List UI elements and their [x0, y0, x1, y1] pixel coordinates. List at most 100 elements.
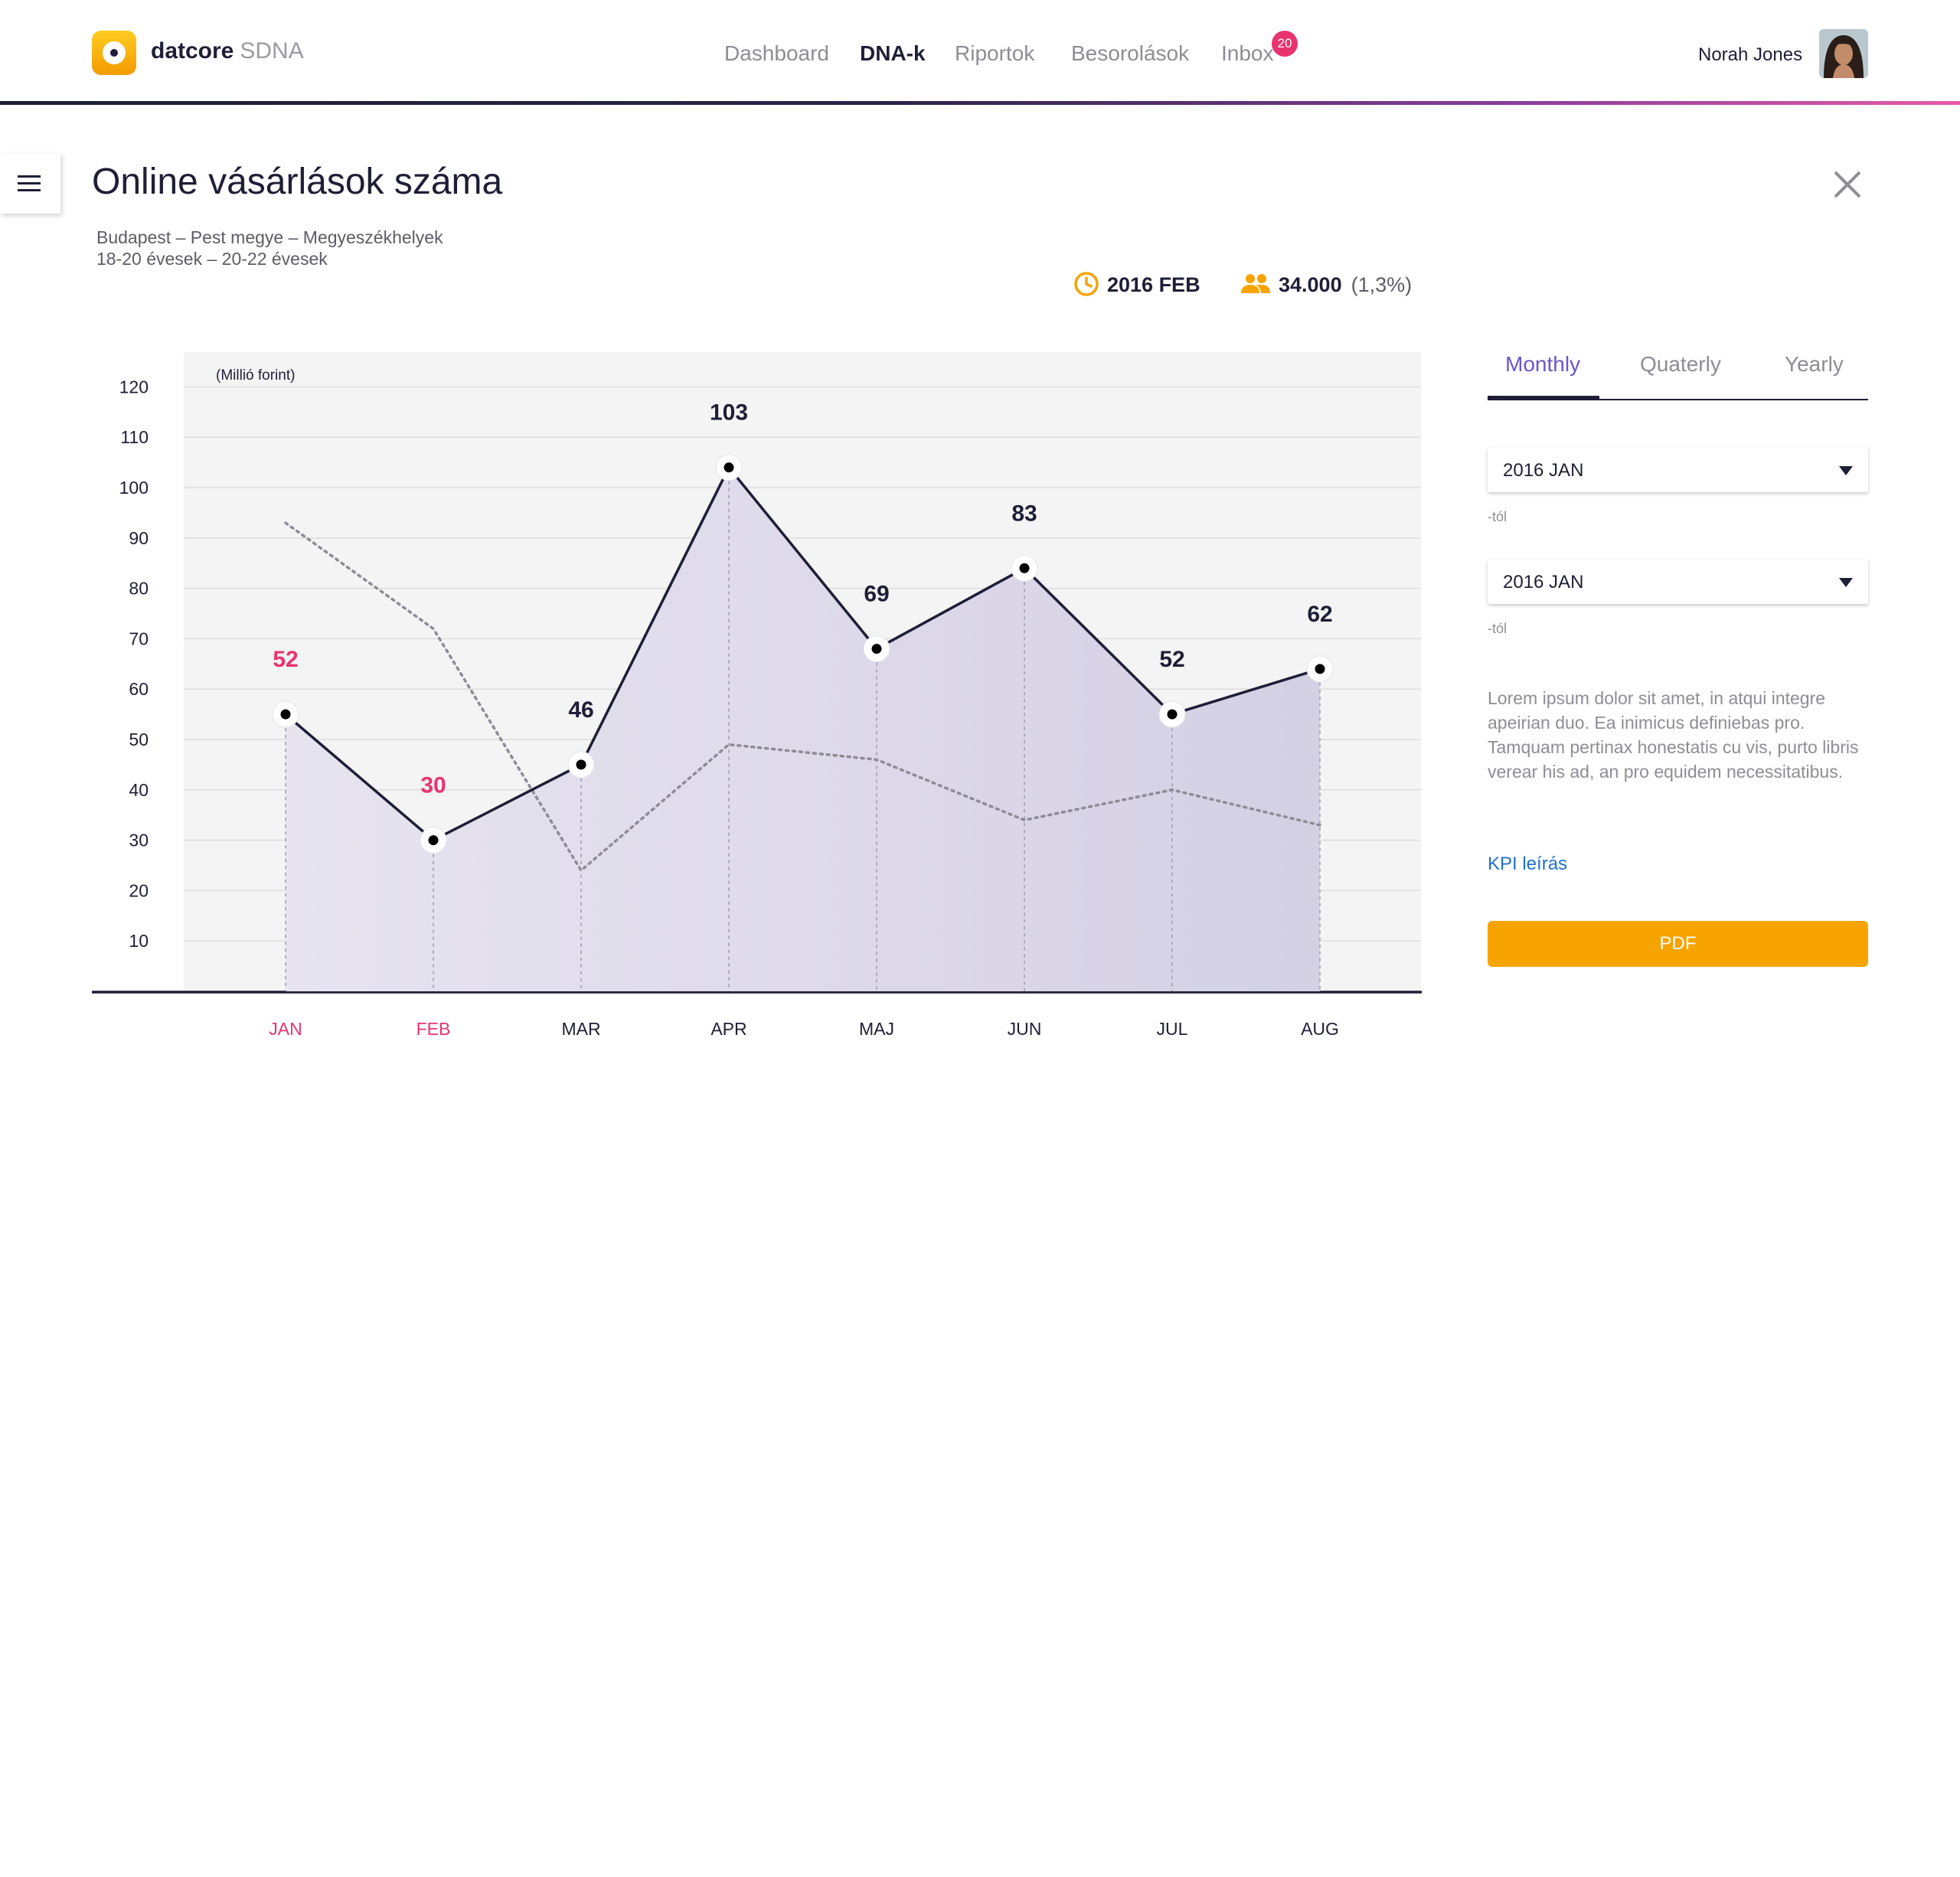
- data-point[interactable]: [715, 454, 743, 481]
- data-point-halo: [272, 700, 299, 728]
- brand-product: SDNA: [240, 38, 304, 64]
- close-icon: [1834, 171, 1861, 198]
- to-date-value: 2016 JAN: [1503, 572, 1584, 592]
- data-point-marker: [576, 759, 586, 770]
- y-tick-label: 70: [129, 628, 149, 648]
- y-tick-label: 120: [119, 377, 149, 397]
- clock-icon: [1074, 272, 1099, 296]
- data-value-label: 46: [568, 697, 593, 723]
- data-point-halo: [715, 454, 743, 481]
- nav-riportok[interactable]: Riportok: [955, 40, 1034, 67]
- x-tick-label[interactable]: MAR: [561, 1019, 600, 1039]
- filter-region: Budapest – Pest megye – Megyeszékhelyek: [96, 227, 443, 247]
- x-tick-label[interactable]: MAJ: [859, 1019, 894, 1039]
- x-tick-label[interactable]: JUN: [1008, 1019, 1042, 1039]
- nav-dashboard[interactable]: Dashboard: [724, 40, 829, 67]
- data-point-marker: [1167, 709, 1178, 720]
- nav-inbox[interactable]: Inbox: [1221, 40, 1274, 67]
- data-point-marker: [871, 644, 882, 655]
- data-point[interactable]: [863, 635, 890, 663]
- y-tick-label: 10: [129, 931, 149, 951]
- users-indicator: 34.000 (1,3%): [1240, 269, 1412, 300]
- from-date-select[interactable]: 2016 JAN: [1488, 448, 1868, 492]
- chart-points: [272, 454, 1334, 854]
- active-tab-indicator: [1488, 396, 1599, 400]
- chart-grid: [92, 352, 1422, 994]
- y-tick-label: 50: [129, 730, 149, 749]
- top-navigation-bar: datcore SDNA Dashboard DNA-k Riportok Bes…: [0, 0, 1960, 103]
- x-tick-label[interactable]: AUG: [1301, 1019, 1339, 1039]
- tab-monthly[interactable]: Monthly: [1505, 351, 1580, 378]
- header-gradient-divider: [0, 101, 1960, 105]
- data-point-halo: [567, 751, 595, 779]
- close-button[interactable]: [1830, 167, 1865, 202]
- users-percent: (1,3%): [1351, 273, 1413, 296]
- tab-yearly[interactable]: Yearly: [1785, 351, 1844, 378]
- data-value-label: 52: [1159, 647, 1184, 672]
- x-tick-label[interactable]: JUL: [1157, 1019, 1188, 1039]
- data-point-halo: [420, 827, 447, 854]
- data-value-label: 62: [1307, 602, 1332, 627]
- data-point-marker: [724, 462, 734, 473]
- main-series-line: [284, 465, 1321, 842]
- data-point-marker: [428, 835, 439, 846]
- data-point-marker: [1019, 563, 1030, 573]
- x-tick-label[interactable]: JAN: [269, 1019, 302, 1039]
- data-point[interactable]: [1158, 700, 1186, 728]
- data-point-halo: [1306, 655, 1334, 683]
- data-point-marker: [280, 709, 291, 720]
- x-tick-label[interactable]: FEB: [416, 1019, 451, 1039]
- brand-name: datcore SDNA: [151, 36, 304, 67]
- hamburger-icon: [18, 175, 41, 191]
- chart-labels: (Millió forint) 10 20 30 40 50 60 70 80 90 100 110 1…: [119, 367, 1339, 1039]
- menu-button[interactable]: [0, 153, 60, 214]
- data-point-marker: [1315, 664, 1325, 674]
- filter-age: 18-20 évesek – 20-22 évesek: [96, 249, 328, 269]
- data-value-label: 103: [710, 400, 748, 426]
- y-tick-label: 60: [129, 679, 149, 699]
- pdf-export-button[interactable]: PDF: [1488, 921, 1868, 967]
- to-date-caption: -tól: [1488, 621, 1508, 636]
- data-point-halo: [1011, 554, 1038, 582]
- data-point-halo: [863, 635, 890, 663]
- kpi-description: Lorem ipsum dolor sit amet, in atqui int…: [1488, 688, 1859, 782]
- data-point-halo: [1158, 700, 1186, 728]
- users-count: 34.000: [1279, 273, 1342, 296]
- nav-besorolasok[interactable]: Besorolások: [1071, 40, 1189, 67]
- period-indicator: 2016 FEB: [1073, 269, 1200, 300]
- brand-title: datcore: [151, 38, 234, 64]
- data-point[interactable]: [567, 751, 595, 779]
- y-tick-label: 110: [120, 427, 149, 447]
- caret-down-icon: [1839, 466, 1853, 475]
- kpi-description-link[interactable]: KPI leírás: [1488, 853, 1567, 876]
- data-value-label: 83: [1011, 501, 1037, 526]
- tab-quaterly[interactable]: Quaterly: [1640, 351, 1721, 378]
- avatar[interactable]: [1819, 29, 1868, 78]
- chart-lines: [284, 465, 1321, 873]
- user-name[interactable]: Norah Jones: [1698, 44, 1802, 67]
- caret-down-icon: [1839, 578, 1853, 587]
- to-date-select[interactable]: 2016 JAN: [1488, 560, 1868, 604]
- x-tick-label[interactable]: APR: [710, 1019, 746, 1039]
- y-tick-label: 100: [119, 478, 149, 498]
- series-area: [286, 467, 1320, 991]
- chart-area: [285, 467, 1321, 991]
- people-icon: [1241, 273, 1270, 293]
- data-point[interactable]: [272, 700, 299, 728]
- data-point[interactable]: [1306, 655, 1334, 683]
- data-point[interactable]: [420, 827, 447, 854]
- data-value-label: 30: [420, 773, 446, 798]
- data-value-label: 69: [864, 582, 889, 607]
- from-date-caption: -tól: [1488, 509, 1508, 524]
- nav-dna[interactable]: DNA-k: [860, 40, 926, 67]
- inbox-count-badge: 20: [1272, 31, 1298, 57]
- data-point[interactable]: [1011, 554, 1038, 582]
- user-avatar-icon: [1819, 29, 1868, 78]
- datcore-logo-icon[interactable]: [92, 31, 136, 75]
- period-value: 2016 FEB: [1107, 273, 1200, 296]
- y-tick-label: 40: [129, 780, 149, 800]
- plot-background: [184, 352, 1421, 991]
- y-tick-label: 20: [129, 880, 149, 900]
- y-tick-label: 30: [129, 831, 149, 850]
- y-tick-label: 80: [129, 579, 149, 599]
